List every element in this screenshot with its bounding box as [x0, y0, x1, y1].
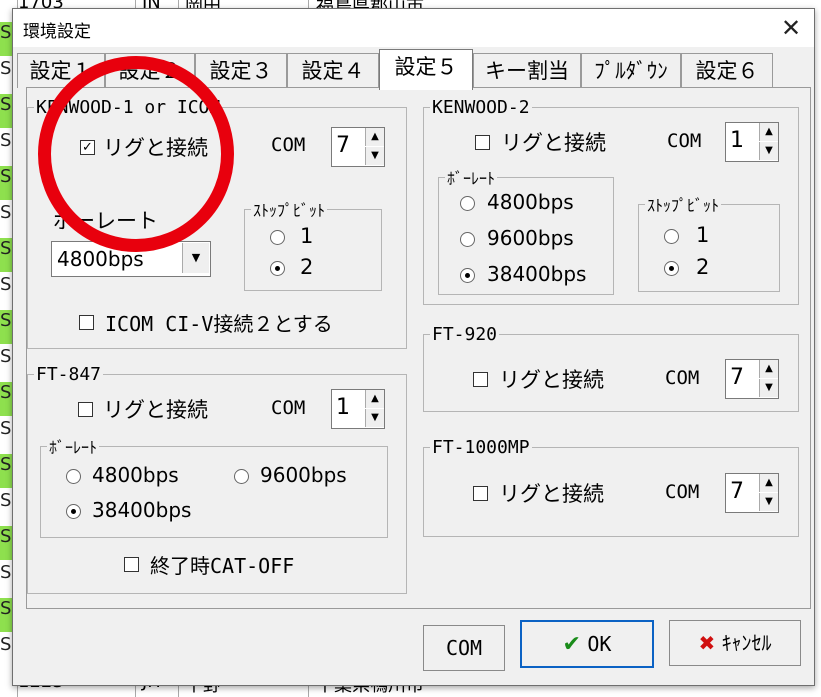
ft847-baud-38400-label: 38400bps	[92, 498, 192, 522]
kenwood2-baud-9600-label: 9600bps	[487, 226, 574, 250]
ft920-com-value: 7	[730, 365, 744, 390]
ft1000mp-com-value: 7	[730, 479, 744, 504]
cat-off-label: 終了時CAT-OFF	[150, 554, 295, 578]
ft847-connect-checkbox[interactable]	[78, 402, 93, 417]
kenwood2-baud-legend: ﾎﾞｰﾚｰﾄ	[447, 169, 496, 188]
tab-settings-5[interactable]: 設定５	[379, 49, 473, 90]
ft847-baud-9600-label: 9600bps	[260, 463, 347, 487]
ft1000mp-legend: FT-1000MP	[432, 437, 530, 458]
dialog-title: 環境設定	[23, 22, 91, 42]
kenwood1-stopbit-2-label: 2	[300, 255, 314, 279]
kenwood2-com-spinner[interactable]: 1 ▲ ▼	[725, 122, 779, 162]
ft920-com-label: COM	[665, 367, 700, 389]
kenwood1-stopbit-1-radio[interactable]	[270, 230, 285, 245]
ok-button-label: OK	[587, 632, 612, 656]
kenwood2-legend: KENWOOD-2	[432, 97, 530, 118]
spin-up-icon[interactable]: ▲	[759, 474, 778, 492]
ft920-com-spinner[interactable]: 7 ▲ ▼	[725, 359, 779, 399]
kenwood1-stopbit-legend: ｽﾄｯﾌﾟﾋﾞｯﾄ	[253, 201, 326, 220]
kenwood2-baud-4800-label: 4800bps	[487, 190, 574, 214]
ft920-connect-checkbox[interactable]	[473, 372, 488, 387]
kenwood2-stopbit-legend: ｽﾄｯﾌﾟﾋﾞｯﾄ	[647, 196, 720, 215]
ft1000mp-com-spinner[interactable]: 7 ▲ ▼	[725, 473, 779, 513]
kenwood1-com-spinner[interactable]: 7 ▲ ▼	[331, 127, 385, 167]
kenwood2-baud-38400-radio[interactable]	[460, 268, 475, 283]
kenwood2-stopbit-1-label: 1	[696, 223, 710, 247]
spin-down-icon[interactable]: ▼	[759, 142, 778, 160]
spin-up-icon[interactable]: ▲	[365, 128, 384, 146]
close-button[interactable]: ✕	[774, 11, 808, 45]
kenwood2-com-label: COM	[667, 130, 702, 152]
red-circle-annotation	[38, 56, 234, 252]
kenwood1-com-value: 7	[336, 133, 350, 158]
kenwood2-stopbit-1-radio[interactable]	[664, 229, 679, 244]
ft847-baud-legend: ﾎﾞｰﾚｰﾄ	[49, 438, 98, 457]
spin-up-icon[interactable]: ▲	[759, 360, 778, 378]
tab-settings-3[interactable]: 設定３	[195, 53, 287, 88]
kenwood2-stopbit-2-radio[interactable]	[664, 261, 679, 276]
ft847-connect-label: リグと接続	[103, 398, 208, 422]
cancel-button[interactable]: ✖ ｷｬﾝｾﾙ	[669, 620, 801, 666]
kenwood2-connect-checkbox[interactable]	[475, 135, 490, 150]
kenwood2-baud-9600-radio[interactable]	[460, 232, 475, 247]
check-icon: ✔	[562, 632, 581, 657]
kenwood2-connect-label: リグと接続	[501, 131, 606, 155]
spin-down-icon[interactable]: ▼	[759, 379, 778, 397]
tab-pulldown[interactable]: ﾌﾟﾙﾀﾞｳﾝ	[581, 53, 681, 88]
kenwood2-baud-4800-radio[interactable]	[460, 196, 475, 211]
tab-key-assign[interactable]: キー割当	[473, 53, 581, 88]
spin-down-icon[interactable]: ▼	[759, 493, 778, 511]
spin-up-icon[interactable]: ▲	[365, 390, 384, 408]
tab-settings-4[interactable]: 設定４	[287, 53, 379, 88]
kenwood1-stopbit-1-label: 1	[300, 224, 314, 248]
civ-checkbox[interactable]	[79, 315, 94, 330]
ft1000mp-com-label: COM	[665, 481, 700, 503]
spin-up-icon[interactable]: ▲	[759, 123, 778, 141]
ft847-baud-4800-radio[interactable]	[66, 469, 81, 484]
cancel-button-label: ｷｬﾝｾﾙ	[721, 631, 772, 655]
ft920-connect-label: リグと接続	[499, 368, 604, 392]
cat-off-checkbox[interactable]	[124, 557, 139, 572]
com-button[interactable]: COM	[423, 625, 505, 671]
cancel-x-icon: ✖	[698, 631, 716, 655]
kenwood2-com-value: 1	[730, 128, 744, 153]
spin-down-icon[interactable]: ▼	[365, 147, 384, 165]
kenwood2-baud-38400-label: 38400bps	[487, 262, 587, 286]
ft920-legend: FT-920	[432, 324, 498, 345]
ft847-baud-4800-label: 4800bps	[92, 463, 179, 487]
kenwood1-com-label: COM	[271, 134, 306, 156]
kenwood2-stopbit-2-label: 2	[696, 255, 710, 279]
title-bar[interactable]: 環境設定 ✕	[13, 9, 814, 47]
ft847-baud-38400-radio[interactable]	[66, 504, 81, 519]
spin-down-icon[interactable]: ▼	[365, 409, 384, 427]
ft847-com-value: 1	[336, 395, 350, 420]
chevron-down-icon[interactable]: ▼	[182, 243, 209, 273]
ft1000mp-connect-label: リグと接続	[499, 482, 604, 506]
kenwood1-stopbit-2-radio[interactable]	[270, 261, 285, 276]
ft1000mp-connect-checkbox[interactable]	[473, 486, 488, 501]
ft847-com-label: COM	[271, 397, 306, 419]
ft847-baud-9600-radio[interactable]	[234, 469, 249, 484]
civ-label: ICOM CI-V接続２とする	[105, 312, 333, 336]
tab-settings-6[interactable]: 設定６	[681, 53, 773, 88]
ok-button[interactable]: ✔ OK	[520, 620, 654, 668]
ft847-com-spinner[interactable]: 1 ▲ ▼	[331, 389, 385, 429]
ft847-legend: FT-847	[36, 364, 102, 385]
